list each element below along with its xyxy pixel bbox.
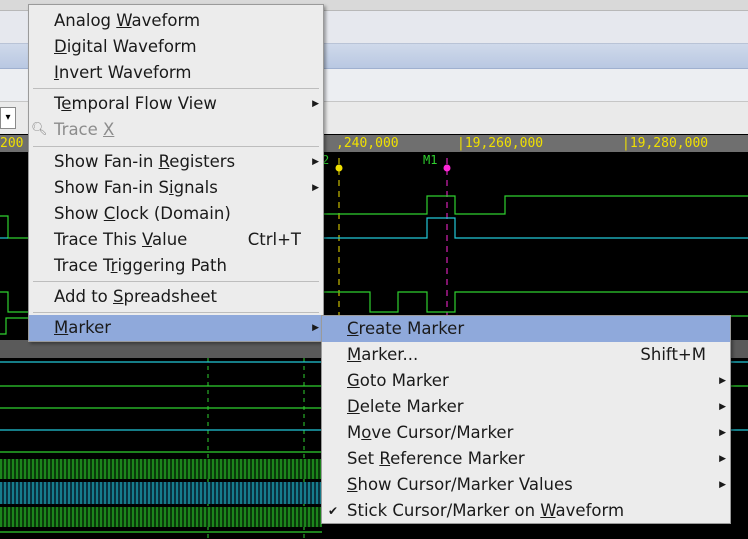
menu-item-temporal-flow-view[interactable]: Temporal Flow View ▶: [29, 91, 323, 117]
submenu-arrow-icon: ▶: [719, 402, 726, 412]
cursor-dot: [335, 164, 343, 172]
submenu-arrow-icon: ▶: [719, 480, 726, 490]
ruler-tick: ,240,000: [336, 136, 399, 151]
ruler-tick: 200: [0, 136, 24, 151]
marker-submenu: Create Marker Marker... Shift+M Goto Mar…: [321, 315, 731, 524]
magnifier-icon: 🔍︎: [31, 122, 48, 137]
dropdown-toggle[interactable]: ▾: [0, 107, 16, 129]
menu-separator: [33, 281, 319, 282]
menu-item-invert-waveform[interactable]: Invert Waveform: [29, 60, 323, 86]
submenu-arrow-icon: ▶: [719, 376, 726, 386]
menu-item-goto-marker[interactable]: Goto Marker ▶: [322, 368, 730, 394]
submenu-arrow-icon: ▶: [312, 183, 319, 193]
menu-item-trace-this-value[interactable]: Trace This Value Ctrl+T: [29, 227, 323, 253]
context-menu: Analog Waveform Digital Waveform Invert …: [28, 4, 324, 342]
menu-item-show-clock-domain[interactable]: Show Clock (Domain): [29, 201, 323, 227]
menu-item-set-reference-marker[interactable]: Set Reference Marker ▶: [322, 446, 730, 472]
submenu-arrow-icon: ▶: [719, 454, 726, 464]
menu-item-add-to-spreadsheet[interactable]: Add to Spreadsheet: [29, 284, 323, 310]
menu-item-show-cursor-marker-values[interactable]: Show Cursor/Marker Values ▶: [322, 472, 730, 498]
menu-item-trace-triggering-path[interactable]: Trace Triggering Path: [29, 253, 323, 279]
submenu-arrow-icon: ▶: [312, 157, 319, 167]
menu-item-move-cursor-marker[interactable]: Move Cursor/Marker ▶: [322, 420, 730, 446]
shortcut-label: Shift+M: [640, 345, 706, 364]
menu-item-stick-cursor-marker[interactable]: ✔ Stick Cursor/Marker on Waveform: [322, 498, 730, 524]
submenu-arrow-icon: ▶: [312, 99, 319, 109]
ruler-tick: |19,280,000: [622, 136, 709, 151]
checkmark-icon: ✔: [328, 504, 339, 518]
submenu-arrow-icon: ▶: [312, 323, 319, 333]
marker-dot: [443, 164, 451, 172]
menu-separator: [33, 312, 319, 313]
menu-item-digital-waveform[interactable]: Digital Waveform: [29, 34, 323, 60]
menu-item-delete-marker[interactable]: Delete Marker ▶: [322, 394, 730, 420]
menu-item-trace-x[interactable]: 🔍︎ Trace X: [29, 117, 323, 143]
shortcut-label: Ctrl+T: [247, 230, 301, 249]
menu-item-show-fanin-signals[interactable]: Show Fan-in Signals ▶: [29, 175, 323, 201]
menu-separator: [33, 88, 319, 89]
menu-item-create-marker[interactable]: Create Marker: [322, 316, 730, 342]
menu-item-marker[interactable]: Marker ▶: [29, 315, 323, 341]
submenu-arrow-icon: ▶: [719, 428, 726, 438]
menu-item-marker-dialog[interactable]: Marker... Shift+M: [322, 342, 730, 368]
menu-item-show-fanin-registers[interactable]: Show Fan-in Registers ▶: [29, 149, 323, 175]
marker-label: M1: [423, 153, 437, 167]
menu-separator: [33, 146, 319, 147]
ruler-tick: |19,260,000: [457, 136, 544, 151]
menu-item-analog-waveform[interactable]: Analog Waveform: [29, 8, 323, 34]
